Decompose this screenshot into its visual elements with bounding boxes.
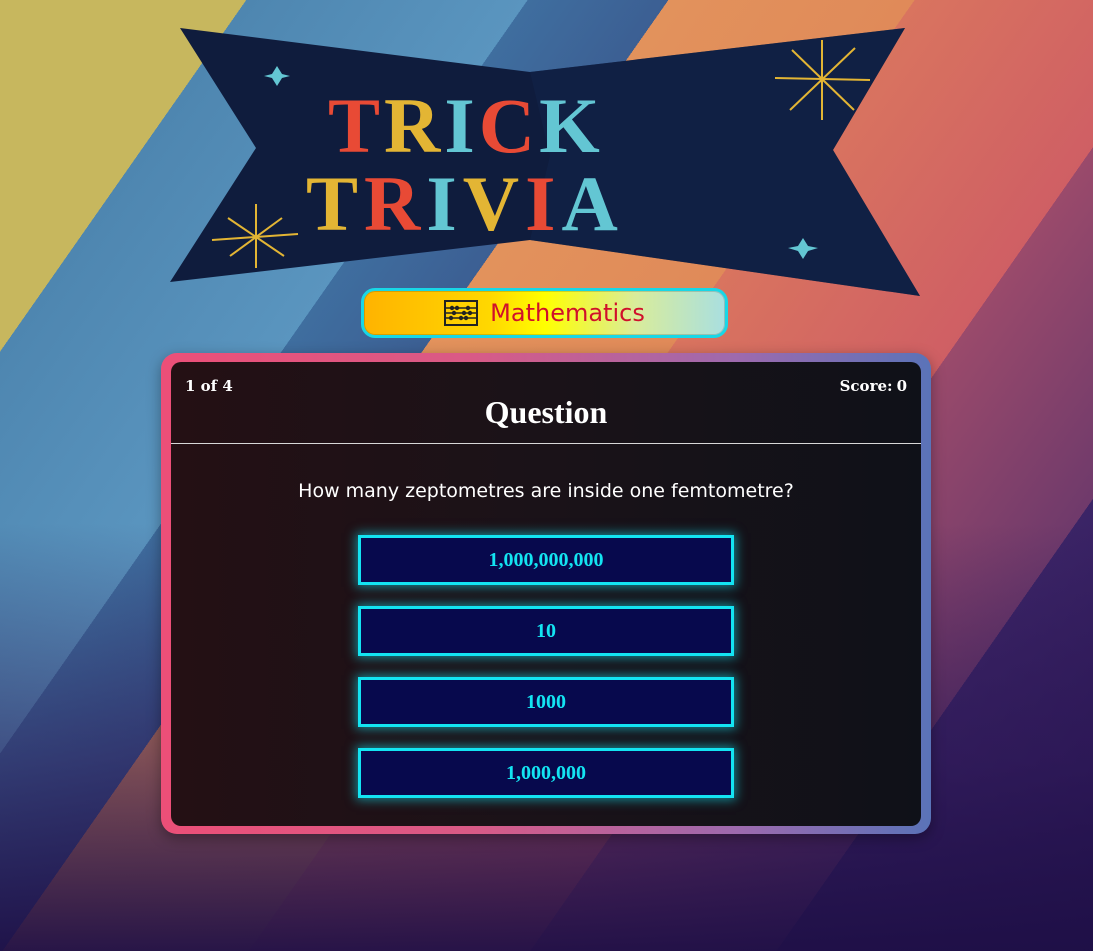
quiz-card-body: 1 of 4 Score: 0 Question How many zeptome… bbox=[171, 362, 921, 826]
score-label: Score: bbox=[839, 377, 893, 395]
logo-line-2: TRIVIA bbox=[306, 160, 624, 247]
logo-banner: TRICK TRIVIA bbox=[170, 28, 920, 296]
category-badge: Mathematics bbox=[361, 288, 728, 338]
category-label: Mathematics bbox=[490, 299, 645, 327]
question-heading: Question bbox=[484, 394, 608, 430]
question-text: How many zeptometres are inside one femt… bbox=[298, 480, 794, 502]
score-display: Score: 0 bbox=[836, 377, 907, 395]
answer-button[interactable]: 1000 bbox=[358, 677, 734, 727]
question-counter: 1 of 4 bbox=[185, 377, 233, 395]
quiz-card: 1 of 4 Score: 0 Question How many zeptome… bbox=[161, 353, 931, 834]
logo-line-1: TRICK bbox=[328, 82, 604, 169]
abacus-icon bbox=[444, 300, 479, 326]
trick-trivia-logo: TRICK TRIVIA bbox=[170, 28, 922, 298]
answer-button[interactable]: 1,000,000 bbox=[358, 748, 734, 798]
divider bbox=[171, 443, 921, 444]
answer-button[interactable]: 1,000,000,000 bbox=[358, 535, 734, 585]
score-value: 0 bbox=[896, 377, 907, 395]
answer-list: 1,000,000,000 10 1000 1,000,000 bbox=[358, 535, 734, 819]
answer-button[interactable]: 10 bbox=[358, 606, 734, 656]
